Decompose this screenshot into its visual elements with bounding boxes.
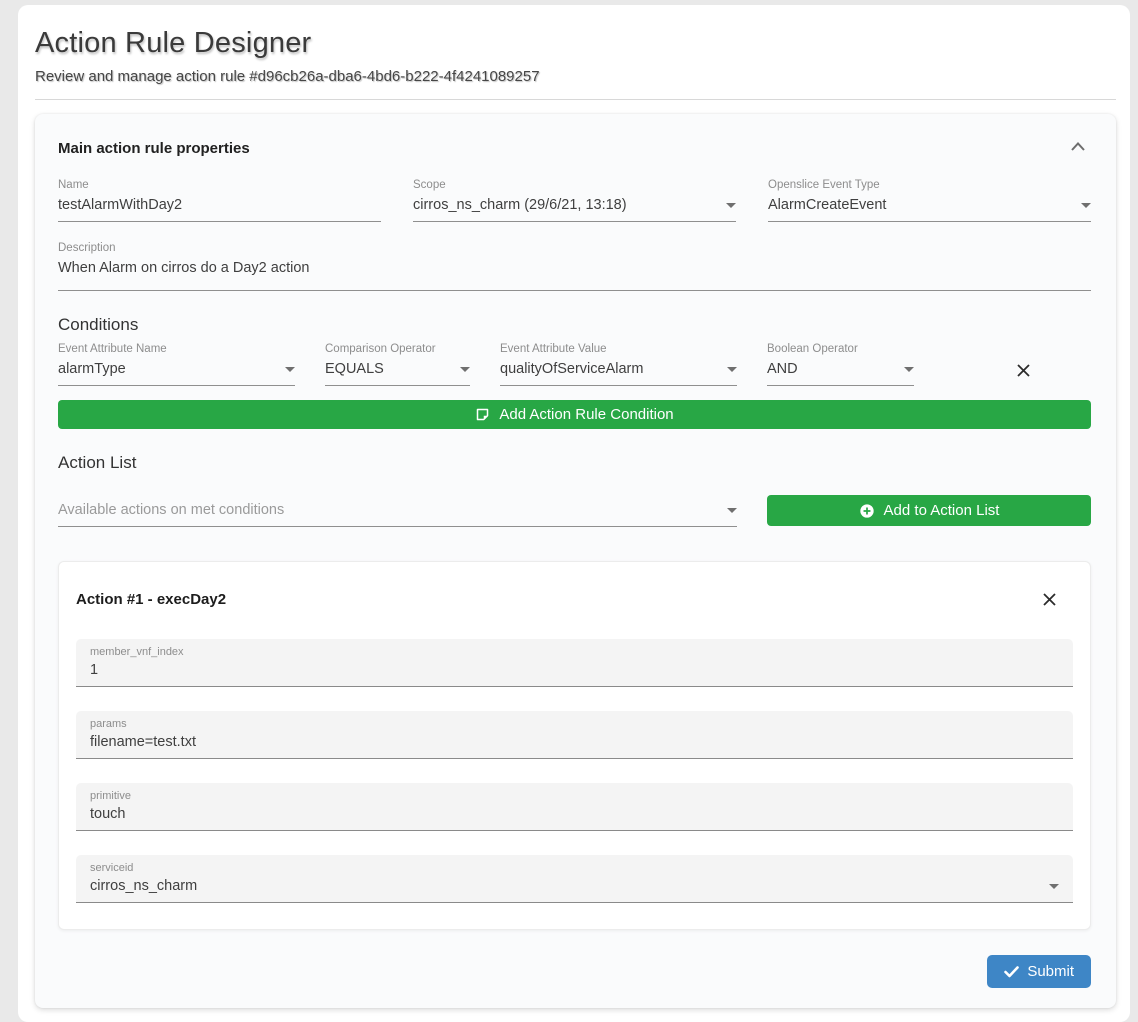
- add-to-action-list-button[interactable]: Add to Action List: [767, 495, 1091, 526]
- event-attribute-name-label: Event Attribute Name: [58, 343, 295, 355]
- action-card-title: Action #1 - execDay2: [76, 591, 226, 608]
- description-value: When Alarm on cirros do a Day2 action: [58, 260, 309, 276]
- boolean-operator-value: AND: [767, 361, 798, 377]
- close-icon: [1042, 592, 1057, 607]
- serviceid-label: serviceid: [90, 862, 1059, 874]
- action-picker-row: Available actions on met conditions Add …: [58, 495, 1091, 527]
- conditions-title: Conditions: [58, 315, 1091, 335]
- available-actions-select[interactable]: Available actions on met conditions: [58, 502, 737, 527]
- name-label: Name: [58, 179, 381, 191]
- check-icon: [1004, 966, 1019, 978]
- add-condition-label: Add Action Rule Condition: [499, 406, 673, 423]
- page-subtitle: Review and manage action rule #d96cb26a-…: [35, 68, 1116, 85]
- chevron-up-icon: [1071, 142, 1085, 151]
- primitive-label: primitive: [90, 790, 1059, 802]
- caret-down-icon: [727, 508, 737, 513]
- primitive-field[interactable]: primitive touch: [76, 783, 1073, 831]
- boolean-operator-label: Boolean Operator: [767, 343, 914, 355]
- plus-circle-icon: [859, 503, 875, 519]
- event-attribute-value-select[interactable]: Event Attribute Value qualityOfServiceAl…: [500, 343, 737, 386]
- comparison-operator-select[interactable]: Comparison Operator EQUALS: [325, 343, 470, 386]
- close-icon: [1016, 363, 1031, 378]
- condition-row: Event Attribute Name alarmType Compariso…: [58, 343, 1091, 386]
- page-header: Action Rule Designer Review and manage a…: [35, 5, 1116, 100]
- action-rule-card: Main action rule properties Name testAla…: [35, 114, 1116, 1008]
- caret-down-icon: [460, 367, 470, 372]
- available-actions-placeholder: Available actions on met conditions: [58, 502, 284, 518]
- add-to-action-list-label: Add to Action List: [884, 502, 1000, 519]
- serviceid-value: cirros_ns_charm: [90, 878, 197, 894]
- submit-row: Submit: [58, 955, 1091, 988]
- scope-label: Scope: [413, 179, 736, 191]
- member-vnf-index-value: 1: [90, 662, 98, 678]
- submit-button[interactable]: Submit: [987, 955, 1091, 988]
- event-type-value: AlarmCreateEvent: [768, 197, 886, 213]
- card-title: Main action rule properties: [58, 140, 250, 157]
- description-label: Description: [58, 242, 1091, 254]
- event-type-select[interactable]: Openslice Event Type AlarmCreateEvent: [768, 179, 1091, 222]
- caret-down-icon: [1081, 203, 1091, 208]
- name-value: testAlarmWithDay2: [58, 197, 182, 213]
- boolean-operator-select[interactable]: Boolean Operator AND: [767, 343, 914, 386]
- description-field[interactable]: Description When Alarm on cirros do a Da…: [58, 242, 1091, 291]
- action-card: Action #1 - execDay2 member_vnf_index 1 …: [58, 561, 1091, 930]
- member-vnf-index-label: member_vnf_index: [90, 646, 1059, 658]
- event-attribute-name-value: alarmType: [58, 361, 126, 377]
- params-field[interactable]: params filename=test.txt: [76, 711, 1073, 759]
- scope-select[interactable]: Scope cirros_ns_charm (29/6/21, 13:18): [413, 179, 736, 222]
- member-vnf-index-field[interactable]: member_vnf_index 1: [76, 639, 1073, 687]
- submit-label: Submit: [1027, 963, 1074, 980]
- primitive-value: touch: [90, 806, 125, 822]
- serviceid-select[interactable]: serviceid cirros_ns_charm: [76, 855, 1073, 903]
- caret-down-icon: [727, 367, 737, 372]
- action-list-title: Action List: [58, 453, 1091, 473]
- add-condition-button[interactable]: Add Action Rule Condition: [58, 400, 1091, 429]
- remove-condition-button[interactable]: [1014, 361, 1033, 380]
- note-add-icon: [475, 407, 490, 422]
- collapse-card-button[interactable]: [1065, 140, 1091, 153]
- caret-down-icon: [726, 203, 736, 208]
- name-field[interactable]: Name testAlarmWithDay2: [58, 179, 381, 222]
- event-attribute-value-label: Event Attribute Value: [500, 343, 737, 355]
- event-attribute-name-select[interactable]: Event Attribute Name alarmType: [58, 343, 295, 386]
- event-type-label: Openslice Event Type: [768, 179, 1091, 191]
- comparison-operator-value: EQUALS: [325, 361, 384, 377]
- remove-action-button[interactable]: [1040, 590, 1059, 609]
- scope-value: cirros_ns_charm (29/6/21, 13:18): [413, 197, 627, 213]
- params-label: params: [90, 718, 1059, 730]
- main-panel: Action Rule Designer Review and manage a…: [18, 5, 1130, 1022]
- caret-down-icon: [285, 367, 295, 372]
- caret-down-icon: [904, 367, 914, 372]
- page-title: Action Rule Designer: [35, 27, 1116, 60]
- params-value: filename=test.txt: [90, 734, 196, 750]
- comparison-operator-label: Comparison Operator: [325, 343, 470, 355]
- caret-down-icon: [1049, 884, 1059, 889]
- event-attribute-value-value: qualityOfServiceAlarm: [500, 361, 643, 377]
